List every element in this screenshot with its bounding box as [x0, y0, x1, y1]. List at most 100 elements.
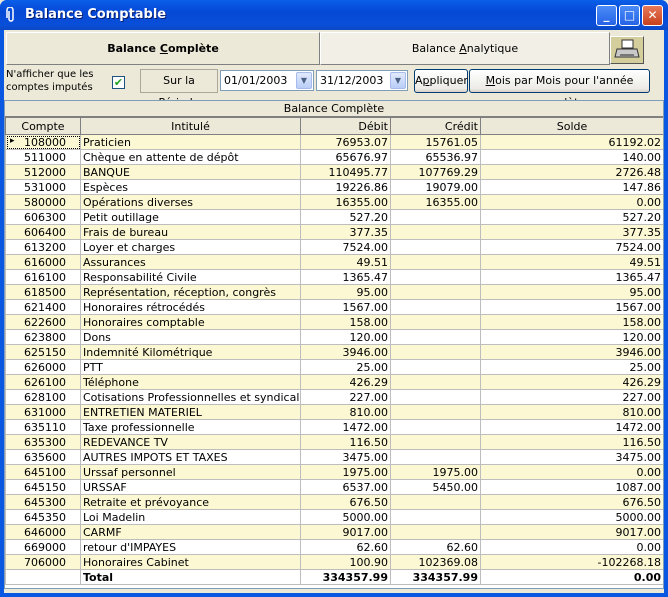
- table-row[interactable]: 622600 Honoraires comptable 158.00 158.00: [5, 314, 663, 330]
- cell-compte: 512000: [5, 164, 81, 180]
- col-header-credit[interactable]: Crédit: [390, 117, 481, 135]
- cell-solde: 377.35: [480, 224, 663, 240]
- table-row[interactable]: 512000 BANQUE 110495.77 107769.29 2726.48: [5, 164, 663, 180]
- cell-text: 628100: [24, 390, 66, 404]
- tab-balance-complete[interactable]: Balance Complète: [6, 32, 320, 65]
- total-label: Total: [80, 569, 301, 585]
- total-credit: 334357.99: [390, 569, 481, 585]
- cell-debit: 3946.00: [300, 344, 391, 360]
- table-row[interactable]: 606400 Frais de bureau 377.35 377.35: [5, 224, 663, 240]
- cell-credit: [390, 299, 481, 315]
- cell-credit: 16355.00: [390, 194, 481, 210]
- table-row[interactable]: ▸ 108000 Praticien 76953.07 15761.05 61192.02: [5, 134, 663, 150]
- cell-text: 669000: [24, 540, 66, 554]
- cell-text: 631000: [24, 405, 66, 419]
- cell-intitule: Assurances: [80, 254, 301, 270]
- print-button[interactable]: [610, 36, 644, 64]
- cell-credit: [390, 389, 481, 405]
- close-button[interactable]: ✕: [642, 5, 663, 26]
- cell-compte: 622600: [5, 314, 81, 330]
- table-row[interactable]: 616000 Assurances 49.51 49.51: [5, 254, 663, 270]
- date-to-field[interactable]: 31/12/2003 ▼: [316, 70, 408, 91]
- cell-debit: 810.00: [300, 404, 391, 420]
- cell-compte: 613200: [5, 239, 81, 255]
- table-row[interactable]: 645150 URSSAF 6537.00 5450.00 1087.00: [5, 479, 663, 495]
- table-row[interactable]: 628100 Cotisations Professionnelles et sy…: [5, 389, 663, 405]
- apply-label-key: p: [422, 74, 430, 87]
- cell-intitule: Honoraires comptable: [80, 314, 301, 330]
- cell-compte: 621400: [5, 299, 81, 315]
- table-row[interactable]: 631000 ENTRETIEN MATERIEL 810.00 810.00: [5, 404, 663, 420]
- table-row[interactable]: 531000 Espèces 19226.86 19079.00 147.86: [5, 179, 663, 195]
- cell-credit: [390, 419, 481, 435]
- cell-solde: 3946.00: [480, 344, 663, 360]
- table-row[interactable]: 646000 CARMF 9017.00 9017.00: [5, 524, 663, 540]
- date-from-field[interactable]: 01/01/2003 ▼: [220, 70, 314, 91]
- table-row[interactable]: 635600 AUTRES IMPOTS ET TAXES 3475.00 3475.…: [5, 449, 663, 465]
- cell-intitule: REDEVANCE TV: [80, 434, 301, 450]
- maximize-button[interactable]: □: [619, 5, 640, 26]
- minimize-button[interactable]: _: [596, 5, 617, 26]
- cell-solde: 1087.00: [480, 479, 663, 495]
- table-row[interactable]: 606300 Petit outillage 527.20 527.20: [5, 209, 663, 225]
- cell-debit: 377.35: [300, 224, 391, 240]
- table-row[interactable]: 645350 Loi Madelin 5000.00 5000.00: [5, 509, 663, 525]
- cell-intitule: PTT: [80, 359, 301, 375]
- cell-text: 512000: [24, 165, 66, 179]
- balance-grid[interactable]: Balance Complète Compte Intitulé Débit C…: [4, 100, 664, 589]
- cell-debit: 116.50: [300, 434, 391, 450]
- table-row[interactable]: 580000 Opérations diverses 16355.00 16355.0…: [5, 194, 663, 210]
- cell-debit: 16355.00: [300, 194, 391, 210]
- chevron-down-icon[interactable]: ▼: [390, 72, 406, 89]
- table-row[interactable]: 618500 Représentation, réception, congrès…: [5, 284, 663, 300]
- cell-text: 606400: [24, 225, 66, 239]
- cell-credit: [390, 359, 481, 375]
- total-row: Total 334357.99 334357.99 0.00: [5, 569, 663, 585]
- only-imputed-checkbox[interactable]: ✔: [112, 76, 125, 89]
- cell-compte: 645150: [5, 479, 81, 495]
- apply-button[interactable]: Appliquer: [414, 69, 468, 93]
- table-row[interactable]: 616100 Responsabilité Civile 1365.47 1365.4…: [5, 269, 663, 285]
- table-row[interactable]: 635300 REDEVANCE TV 116.50 116.50: [5, 434, 663, 450]
- table-row[interactable]: 669000 retour d'IMPAYES 62.60 62.60 0.00: [5, 539, 663, 555]
- col-header-debit[interactable]: Débit: [300, 117, 391, 135]
- chevron-down-icon[interactable]: ▼: [296, 72, 312, 89]
- col-header-intitule[interactable]: Intitulé: [80, 117, 301, 135]
- only-imputed-label: N'afficher que les comptes imputés: [6, 69, 94, 93]
- cell-text: 645150: [24, 480, 66, 494]
- row-selector-icon: ▸: [10, 136, 15, 146]
- table-row[interactable]: 511000 Chèque en attente de dépôt 65676.97…: [5, 149, 663, 165]
- tab-bar: Balance Complète Balance Analytique: [6, 32, 644, 65]
- table-row[interactable]: 621400 Honoraires rétrocédés 1567.00 1567.0…: [5, 299, 663, 315]
- cell-intitule: Téléphone: [80, 374, 301, 390]
- table-row[interactable]: 706000 Honoraires Cabinet 100.90 102369.08-…: [5, 554, 663, 570]
- cell-text: 635110: [24, 420, 66, 434]
- total-debit: 334357.99: [300, 569, 391, 585]
- table-row[interactable]: 623800 Dons 120.00 120.00: [5, 329, 663, 345]
- cell-debit: 5000.00: [300, 509, 391, 525]
- table-row[interactable]: 626100 Téléphone 426.29 426.29: [5, 374, 663, 390]
- cell-text: 613200: [24, 240, 66, 254]
- monthly-button[interactable]: Mois par Mois pour l'année complète: [469, 69, 650, 109]
- table-row[interactable]: 645300 Retraite et prévoyance 676.50 676.50: [5, 494, 663, 510]
- cell-debit: 110495.77: [300, 164, 391, 180]
- cell-credit: [390, 509, 481, 525]
- cell-solde: 25.00: [480, 359, 663, 375]
- table-row[interactable]: 613200 Loyer et charges 7524.00 7524.00: [5, 239, 663, 255]
- col-header-solde[interactable]: Solde: [480, 117, 663, 135]
- col-header-compte[interactable]: Compte: [5, 117, 81, 135]
- table-row[interactable]: 626000 PTT 25.00 25.00: [5, 359, 663, 375]
- cell-solde: 140.00: [480, 149, 663, 165]
- cell-intitule: CARMF: [80, 524, 301, 540]
- tab-balance-analytique[interactable]: Balance Analytique: [320, 32, 610, 65]
- cell-debit: 3475.00: [300, 449, 391, 465]
- cell-text: 621400: [24, 300, 66, 314]
- title-bar[interactable]: Balance Comptable _ □ ✕: [0, 0, 668, 30]
- cell-solde: 527.20: [480, 209, 663, 225]
- table-row[interactable]: 625150 Indemnité Kilométrique 3946.00 3946.…: [5, 344, 663, 360]
- cell-solde: 1567.00: [480, 299, 663, 315]
- cell-compte: 580000: [5, 194, 81, 210]
- table-row[interactable]: 635110 Taxe professionnelle 1472.00 1472.00: [5, 419, 663, 435]
- cell-intitule: Urssaf personnel: [80, 464, 301, 480]
- table-row[interactable]: 645100 Urssaf personnel 1975.00 1975.00 0.00: [5, 464, 663, 480]
